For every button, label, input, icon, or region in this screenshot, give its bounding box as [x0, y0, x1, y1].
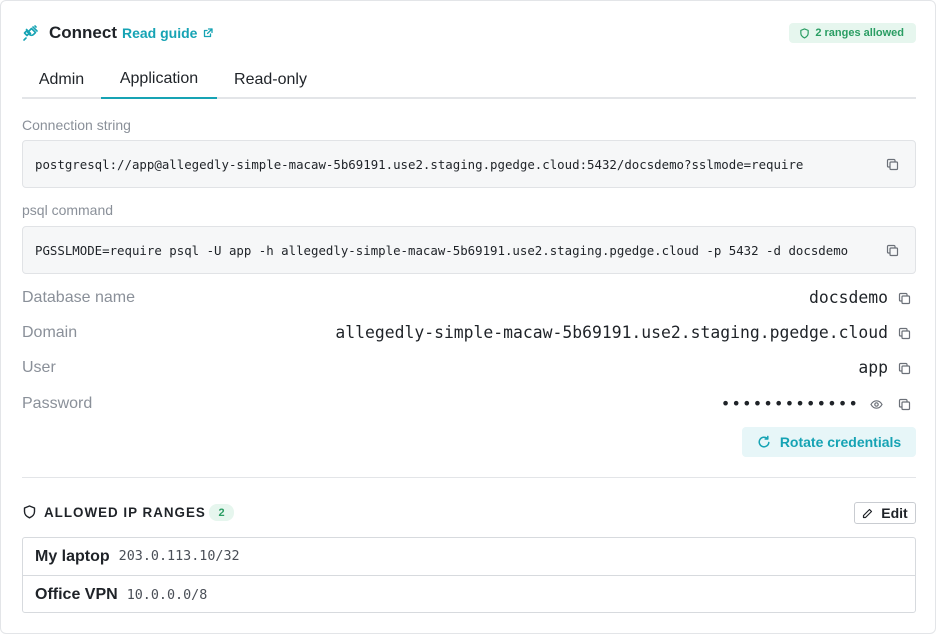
tab-application[interactable]: Application: [101, 61, 217, 99]
database-name-label: Database name: [22, 289, 135, 306]
password-row: Password •••••••••••••: [22, 392, 916, 416]
database-name-row: Database name docsdemo: [22, 286, 916, 310]
copy-domain-icon[interactable]: [898, 327, 911, 340]
allowed-ip-header: ALLOWED IP RANGES 2 Edit: [22, 501, 916, 525]
domain-label: Domain: [22, 324, 78, 341]
table-row: Office VPN 10.0.0.0/8: [23, 576, 915, 614]
copy-database-name-icon[interactable]: [898, 292, 911, 305]
database-name-value: docsdemo: [809, 288, 888, 307]
connect-card: Connect Read guide 2 ranges allowed Admi…: [0, 0, 936, 634]
copy-psql-command-icon[interactable]: [886, 244, 899, 257]
ip-ranges-table: My laptop 203.0.113.10/32 Office VPN 10.…: [22, 537, 916, 613]
external-link-icon: [204, 28, 214, 38]
ranges-allowed-text: 2 ranges allowed: [815, 27, 904, 39]
pencil-icon: [863, 508, 873, 518]
plug-icon: [23, 25, 38, 41]
domain-row: Domain allegedly-simple-macaw-5b69191.us…: [22, 321, 916, 345]
rotate-credentials-label: Rotate credentials: [779, 434, 902, 450]
eye-icon[interactable]: [870, 398, 883, 411]
read-guide-link[interactable]: Read guide: [122, 25, 214, 41]
ip-count-badge: 2: [209, 504, 234, 521]
table-row: My laptop 203.0.113.10/32: [23, 538, 915, 576]
connection-string-box: postgresql://app@allegedly-simple-macaw-…: [22, 140, 916, 188]
edit-label: Edit: [881, 505, 908, 521]
rotate-credentials-button[interactable]: Rotate credentials: [742, 427, 916, 457]
copy-connection-string-icon[interactable]: [886, 158, 899, 171]
psql-command-label: psql command: [22, 202, 114, 218]
copy-password-icon[interactable]: [898, 398, 911, 411]
ip-range-name: My laptop: [35, 547, 110, 565]
ip-range-cidr: 203.0.113.10/32: [118, 549, 240, 564]
ranges-allowed-badge: 2 ranges allowed: [789, 23, 916, 43]
connection-string-value: postgresql://app@allegedly-simple-macaw-…: [35, 156, 804, 172]
user-value: app: [858, 358, 888, 377]
ip-range-name: Office VPN: [35, 586, 118, 603]
shield-icon: [800, 27, 810, 38]
read-guide-label: Read guide: [122, 25, 198, 41]
psql-command-value: PGSSLMODE=require psql -U app -h alleged…: [35, 242, 849, 258]
user-row: User app: [22, 356, 916, 380]
credential-tabs: Admin Application Read-only: [22, 61, 916, 99]
connection-string-label: Connection string: [22, 117, 131, 133]
tab-read-only[interactable]: Read-only: [217, 61, 324, 99]
user-label: User: [22, 359, 56, 376]
allowed-ip-title: ALLOWED IP RANGES: [44, 505, 206, 520]
tab-admin[interactable]: Admin: [22, 61, 101, 99]
ip-range-cidr: 10.0.0.0/8: [126, 587, 208, 603]
password-label: Password: [22, 395, 93, 412]
domain-value: allegedly-simple-macaw-5b69191.use2.stag…: [335, 323, 888, 342]
section-divider: [22, 477, 916, 478]
card-header: Connect Read guide 2 ranges allowed: [22, 21, 916, 47]
copy-user-icon[interactable]: [898, 362, 911, 375]
psql-command-box: PGSSLMODE=require psql -U app -h alleged…: [22, 226, 916, 274]
page-title: Connect: [49, 23, 117, 42]
shield-icon: [23, 505, 36, 519]
refresh-icon: [758, 435, 770, 448]
edit-ip-ranges-button[interactable]: Edit: [854, 502, 916, 524]
password-value: •••••••••••••: [720, 394, 859, 413]
